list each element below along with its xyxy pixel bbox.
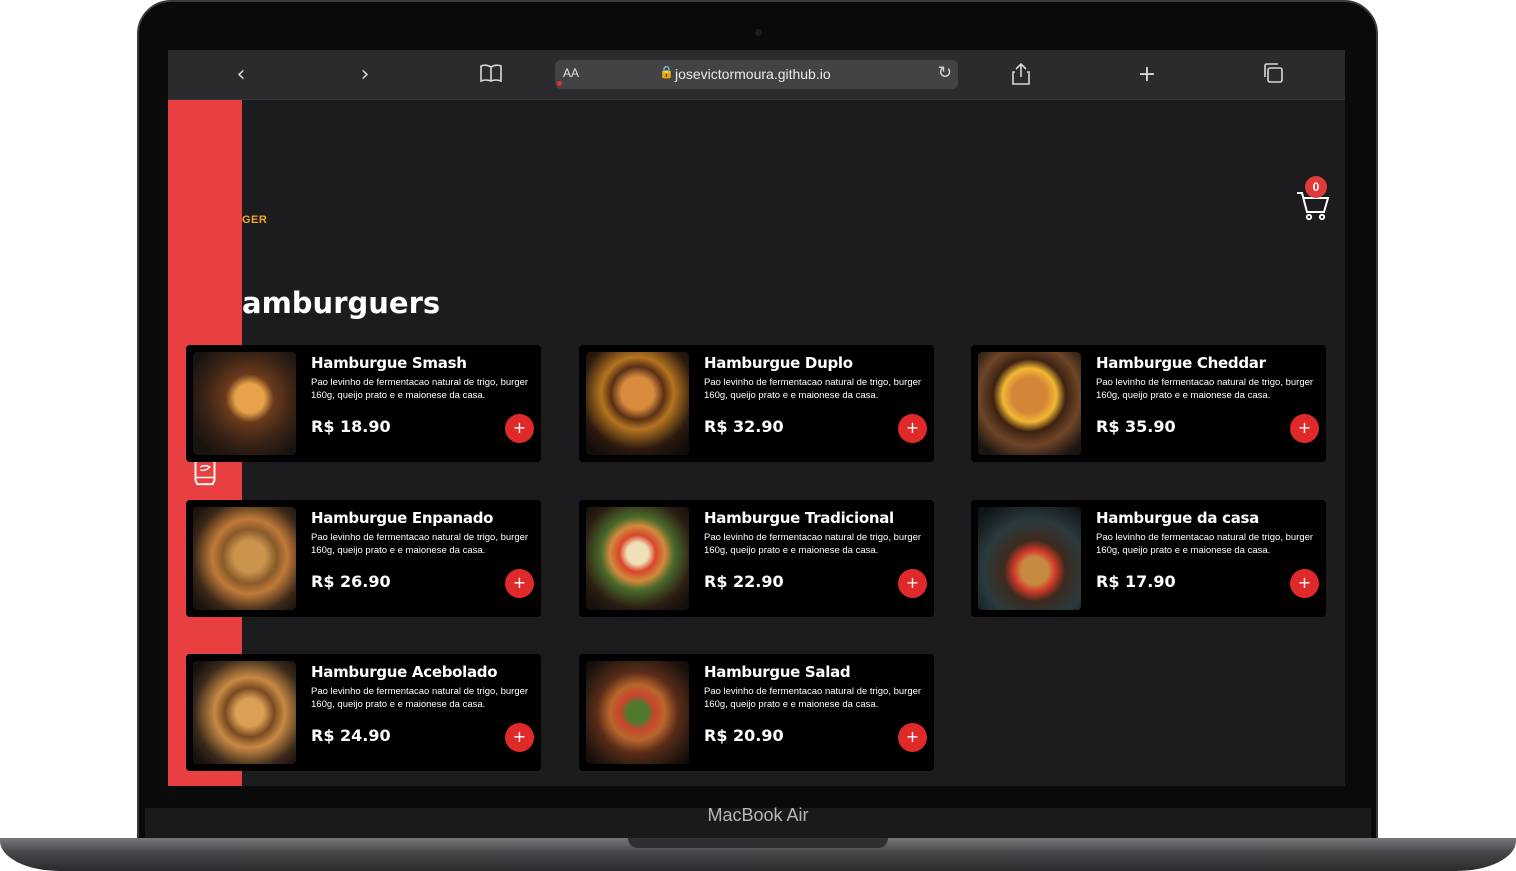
bookmarks-icon[interactable] <box>478 62 504 88</box>
add-to-cart-button[interactable]: + <box>505 569 534 598</box>
product-image <box>978 507 1081 610</box>
product-description: Pao levinho de fermentacao natural de tr… <box>704 377 922 401</box>
product-description: Pao levinho de fermentacao natural de tr… <box>1096 532 1314 556</box>
product-card[interactable]: Hamburgue Salad Pao levinho de fermentac… <box>579 654 934 771</box>
device-label: MacBook Air <box>707 805 809 825</box>
browser-toolbar: ‹ › AA 🔒 josevictormoura.github.io ↻ + <box>168 50 1345 100</box>
laptop-notch <box>628 838 888 848</box>
forward-icon[interactable]: › <box>352 62 378 88</box>
product-card[interactable]: Hamburgue Duplo Pao levinho de fermentac… <box>579 345 934 462</box>
new-tab-icon[interactable]: + <box>1134 62 1160 88</box>
product-image <box>586 352 689 455</box>
product-name: Hamburgue da casa <box>1096 509 1259 527</box>
product-image <box>586 507 689 610</box>
product-price: R$ 26.90 <box>311 572 391 591</box>
tabs-icon[interactable] <box>1260 62 1286 88</box>
add-to-cart-button[interactable]: + <box>898 569 927 598</box>
product-name: Hamburgue Salad <box>704 663 851 681</box>
product-image <box>193 507 296 610</box>
product-card[interactable]: Hamburgue Tradicional Pao levinho de fer… <box>579 500 934 617</box>
page-content: GER 0 amburguers Hamburgue Smash Pao lev… <box>168 100 1345 786</box>
product-description: Pao levinho de fermentacao natural de tr… <box>311 377 529 401</box>
product-name: Hamburgue Tradicional <box>704 509 894 527</box>
product-name: Hamburgue Acebolado <box>311 663 498 681</box>
product-price: R$ 17.90 <box>1096 572 1176 591</box>
address-bar[interactable]: AA 🔒 josevictormoura.github.io ↻ <box>555 60 958 89</box>
product-card[interactable]: Hamburgue Cheddar Pao levinho de ferment… <box>971 345 1326 462</box>
product-price: R$ 35.90 <box>1096 417 1176 436</box>
share-icon[interactable] <box>1008 62 1034 88</box>
product-name: Hamburgue Cheddar <box>1096 354 1266 372</box>
product-card[interactable]: Hamburgue Acebolado Pao levinho de ferme… <box>186 654 541 771</box>
add-to-cart-button[interactable]: + <box>505 723 534 752</box>
add-to-cart-button[interactable]: + <box>898 414 927 443</box>
lock-icon: 🔒 <box>659 65 674 79</box>
product-name: Hamburgue Duplo <box>704 354 853 372</box>
section-title: amburguers <box>242 286 441 320</box>
product-price: R$ 18.90 <box>311 417 391 436</box>
product-image <box>193 661 296 764</box>
product-image <box>586 661 689 764</box>
product-description: Pao levinho de fermentacao natural de tr… <box>1096 377 1314 401</box>
browser-screen: ‹ › AA 🔒 josevictormoura.github.io ↻ + G… <box>168 50 1345 786</box>
product-price: R$ 32.90 <box>704 417 784 436</box>
product-description: Pao levinho de fermentacao natural de tr… <box>704 532 922 556</box>
cart-count-badge: 0 <box>1305 176 1327 198</box>
product-card[interactable]: Hamburgue Enpanado Pao levinho de fermen… <box>186 500 541 617</box>
product-description: Pao levinho de fermentacao natural de tr… <box>311 686 529 710</box>
product-image <box>193 352 296 455</box>
product-price: R$ 22.90 <box>704 572 784 591</box>
add-to-cart-button[interactable]: + <box>1290 569 1319 598</box>
add-to-cart-button[interactable]: + <box>1290 414 1319 443</box>
record-dot <box>557 81 562 86</box>
add-to-cart-button[interactable]: + <box>898 723 927 752</box>
product-price: R$ 24.90 <box>311 726 391 745</box>
product-image <box>978 352 1081 455</box>
brand-logo[interactable]: GER <box>242 214 267 226</box>
camera <box>755 29 762 36</box>
reader-aa[interactable]: AA <box>563 66 579 80</box>
add-to-cart-button[interactable]: + <box>505 414 534 443</box>
product-card[interactable]: Hamburgue Smash Pao levinho de fermentac… <box>186 345 541 462</box>
product-name: Hamburgue Enpanado <box>311 509 494 527</box>
product-card[interactable]: Hamburgue da casa Pao levinho de ferment… <box>971 500 1326 617</box>
product-price: R$ 20.90 <box>704 726 784 745</box>
product-description: Pao levinho de fermentacao natural de tr… <box>704 686 922 710</box>
url-text[interactable]: josevictormoura.github.io <box>675 66 831 82</box>
reload-icon[interactable]: ↻ <box>938 63 952 83</box>
back-icon[interactable]: ‹ <box>228 62 254 88</box>
product-name: Hamburgue Smash <box>311 354 467 372</box>
product-description: Pao levinho de fermentacao natural de tr… <box>311 532 529 556</box>
